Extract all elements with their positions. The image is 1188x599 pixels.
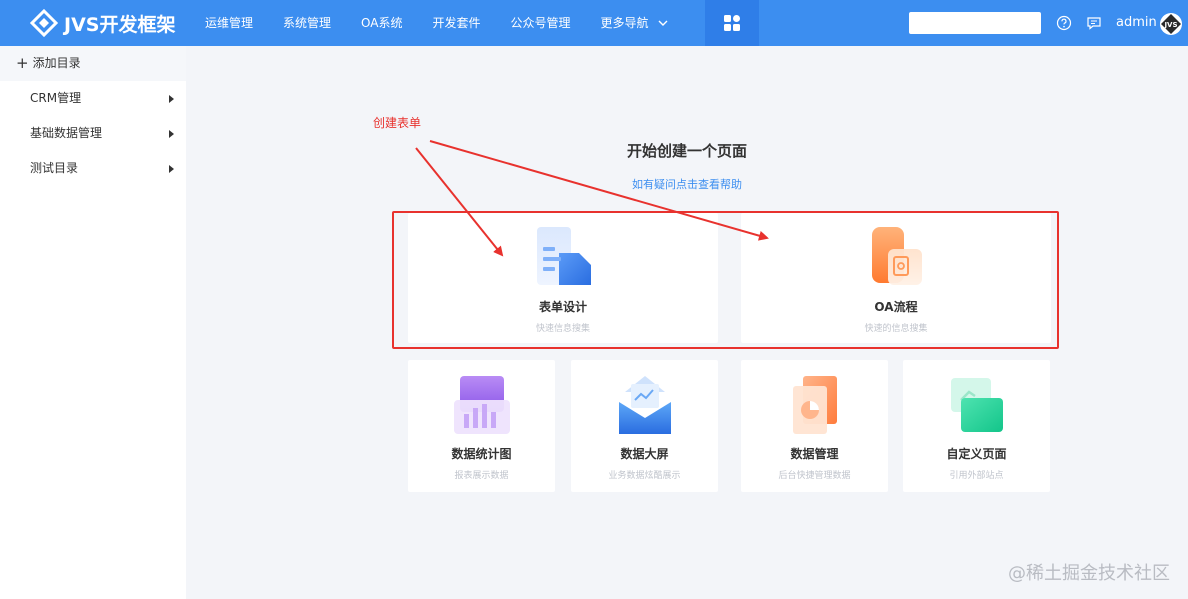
data-manage-icon bbox=[792, 376, 837, 434]
chart-icon bbox=[453, 376, 510, 434]
avatar[interactable]: JVS bbox=[1160, 13, 1182, 35]
workflow-icon bbox=[872, 227, 922, 285]
main-nav: 运维管理 系统管理 OA系统 开发套件 公众号管理 更多导航 bbox=[190, 0, 684, 46]
plus-icon: + bbox=[16, 54, 29, 72]
card-data-chart[interactable]: 数据统计图 报表展示数据 bbox=[408, 360, 555, 492]
apps-grid-icon bbox=[724, 15, 740, 31]
card-title: OA流程 bbox=[874, 300, 918, 314]
sidebar-item-test[interactable]: 测试目录 bbox=[0, 151, 186, 186]
avatar-text: JVS bbox=[1163, 21, 1177, 29]
card-custom-page[interactable]: 自定义页面 引用外部站点 bbox=[903, 360, 1050, 492]
sidebar-item-label: CRM管理 bbox=[30, 91, 82, 105]
chevron-down-icon bbox=[658, 20, 668, 26]
annotation-label: 创建表单 bbox=[373, 116, 422, 130]
top-search-input[interactable] bbox=[909, 12, 1041, 34]
sidebar: + 添加目录 CRM管理 基础数据管理 测试目录 bbox=[0, 46, 186, 599]
card-form-design[interactable]: 表单设计 快速信息搜集 bbox=[408, 213, 718, 343]
add-directory-label: 添加目录 bbox=[32, 56, 81, 70]
card-title: 数据统计图 bbox=[451, 447, 512, 461]
nav-item-system[interactable]: 系统管理 bbox=[268, 0, 346, 46]
nav-more-label: 更多导航 bbox=[600, 16, 649, 30]
nav-item-ops[interactable]: 运维管理 bbox=[190, 0, 268, 46]
avatar-logo-icon: JVS bbox=[1161, 14, 1181, 34]
sidebar-item-crm[interactable]: CRM管理 bbox=[0, 81, 186, 116]
card-subtitle: 快速的信息搜集 bbox=[864, 324, 928, 334]
apps-grid-button[interactable] bbox=[705, 0, 759, 46]
card-data-manage[interactable]: 数据管理 后台快捷管理数据 bbox=[741, 360, 888, 492]
caret-right-icon bbox=[169, 165, 174, 173]
add-directory-button[interactable]: + 添加目录 bbox=[0, 46, 186, 81]
sidebar-item-basic-data[interactable]: 基础数据管理 bbox=[0, 116, 186, 151]
card-data-screen[interactable]: 数据大屏 业务数据炫酷展示 bbox=[571, 360, 718, 492]
card-title: 数据大屏 bbox=[620, 447, 669, 461]
app-logo[interactable]: JVS开发框架 bbox=[29, 8, 176, 38]
card-title: 自定义页面 bbox=[946, 447, 1007, 461]
screen-icon bbox=[618, 376, 671, 434]
watermark: @稀土掘金技术社区 bbox=[1008, 563, 1170, 584]
nav-item-more[interactable]: 更多导航 bbox=[586, 0, 684, 46]
card-subtitle: 业务数据炫酷展示 bbox=[608, 471, 681, 481]
form-icon bbox=[537, 227, 591, 285]
card-subtitle: 快速信息搜集 bbox=[535, 324, 590, 334]
card-title: 表单设计 bbox=[538, 300, 587, 314]
nav-item-dev-kit[interactable]: 开发套件 bbox=[417, 0, 495, 46]
card-oa-workflow[interactable]: OA流程 快速的信息搜集 bbox=[741, 213, 1051, 343]
custom-page-icon bbox=[950, 378, 1003, 432]
nav-item-wechat[interactable]: 公众号管理 bbox=[496, 0, 586, 46]
card-subtitle: 引用外部站点 bbox=[949, 471, 1004, 481]
caret-right-icon bbox=[169, 130, 174, 138]
top-navbar: JVS开发框架 运维管理 系统管理 OA系统 开发套件 公众号管理 更多导航 a… bbox=[0, 0, 1188, 46]
help-icon[interactable] bbox=[1056, 15, 1072, 31]
sidebar-item-label: 测试目录 bbox=[30, 161, 79, 175]
message-icon[interactable] bbox=[1086, 15, 1102, 31]
caret-right-icon bbox=[169, 95, 174, 103]
help-link[interactable]: 如有疑问点击查看帮助 bbox=[590, 176, 784, 192]
card-subtitle: 后台快捷管理数据 bbox=[778, 471, 851, 481]
sidebar-item-label: 基础数据管理 bbox=[30, 126, 103, 140]
nav-item-oa[interactable]: OA系统 bbox=[346, 0, 417, 46]
logo-text: JVS开发框架 bbox=[64, 13, 176, 36]
page-title: 开始创建一个页面 bbox=[626, 142, 747, 160]
card-subtitle: 报表展示数据 bbox=[454, 471, 509, 481]
card-title: 数据管理 bbox=[790, 447, 839, 461]
username[interactable]: admin bbox=[1116, 0, 1157, 46]
logo-icon bbox=[29, 8, 59, 38]
